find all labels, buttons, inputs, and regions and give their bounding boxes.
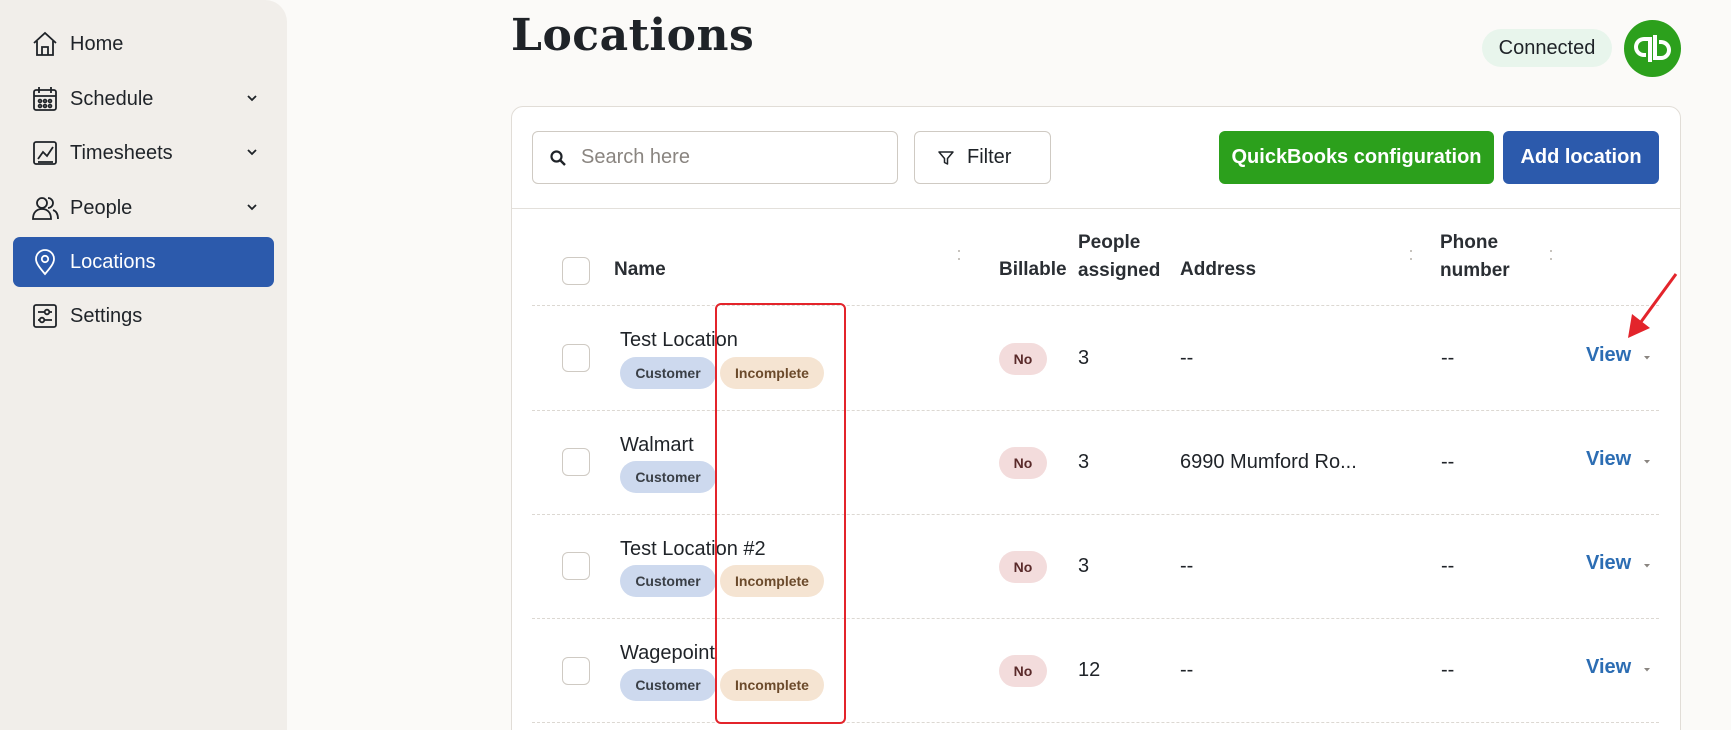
sidebar-item-label: Locations [70,250,156,273]
row-divider [532,514,1659,515]
filter-icon [938,150,954,165]
row-divider [532,305,1659,306]
sidebar-item-people[interactable]: People [13,183,274,233]
billable-badge: No [999,655,1047,687]
connection-status-badge: Connected [1482,29,1612,67]
caret-down-icon[interactable] [1642,563,1652,569]
sidebar-item-label: Schedule [70,87,154,110]
sidebar-item-label: People [70,196,133,219]
phone-number: -- [1441,347,1455,369]
search-input[interactable] [581,146,881,169]
sort-icon[interactable] [1409,249,1413,261]
annotation-highlight-box [715,303,846,724]
view-link[interactable]: View [1586,344,1631,367]
select-all-checkbox[interactable] [562,257,590,285]
address: -- [1180,659,1194,681]
phone-number: -- [1441,555,1455,577]
column-header-name[interactable]: Name [614,256,666,284]
view-link[interactable]: View [1586,448,1631,471]
annotation-arrow-icon [1628,273,1678,338]
chevron-down-icon [247,95,257,102]
caret-down-icon[interactable] [1642,459,1652,465]
sidebar: Home Schedule Timesheets People Location… [0,0,287,730]
locations-card: Filter QuickBooks configuration Add loca… [511,106,1681,730]
sort-icon[interactable] [957,249,961,261]
page-title: Locations [511,10,755,61]
filter-button[interactable]: Filter [914,131,1051,184]
address: 6990 Mumford Ro... [1180,451,1357,473]
quickbooks-logo[interactable] [1624,20,1681,77]
location-pin-icon [30,247,60,277]
chevron-down-icon [247,204,257,211]
people-assigned: 3 [1078,555,1090,577]
toolbar-divider [512,208,1680,209]
row-divider [532,618,1659,619]
tag-customer: Customer [620,565,716,597]
row-checkbox[interactable] [562,552,590,580]
sidebar-item-home[interactable]: Home [13,19,274,69]
sidebar-item-locations[interactable]: Locations [13,237,274,287]
address: -- [1180,555,1194,577]
chart-line-icon [30,138,60,168]
column-header-people-line2: assigned [1078,260,1161,281]
home-icon [30,29,60,59]
search-box[interactable] [532,131,898,184]
calendar-icon [30,84,60,114]
people-icon [30,193,60,223]
caret-down-icon[interactable] [1642,355,1652,361]
billable-badge: No [999,551,1047,583]
chevron-down-icon [247,149,257,156]
sidebar-item-schedule[interactable]: Schedule [13,74,274,124]
sidebar-item-label: Timesheets [70,141,173,164]
sidebar-item-label: Settings [70,304,143,327]
column-header-phone[interactable]: Phone number [1440,229,1510,285]
sidebar-item-label: Home [70,32,124,55]
quickbooks-logo-icon [1634,35,1671,62]
column-header-phone-line1: Phone [1440,232,1499,253]
column-header-address[interactable]: Address [1180,256,1256,284]
tag-customer: Customer [620,669,716,701]
filter-label: Filter [967,146,1012,168]
column-header-billable[interactable]: Billable [999,256,1067,284]
tag-customer: Customer [620,357,716,389]
view-link[interactable]: View [1586,552,1631,575]
location-name[interactable]: Walmart [620,434,694,457]
people-assigned: 3 [1078,347,1090,369]
location-name[interactable]: Wagepoint [620,642,715,665]
sort-icon[interactable] [1549,249,1553,261]
address: -- [1180,347,1194,369]
quickbooks-configuration-button[interactable]: QuickBooks configuration [1219,131,1494,184]
column-header-people[interactable]: People assigned [1078,229,1160,285]
tag-customer: Customer [620,461,716,493]
add-location-button[interactable]: Add location [1503,131,1659,184]
caret-down-icon[interactable] [1642,667,1652,673]
column-header-people-line1: People [1078,232,1141,253]
phone-number: -- [1441,451,1455,473]
sliders-icon [30,301,60,331]
row-divider [532,410,1659,411]
row-checkbox[interactable] [562,344,590,372]
sidebar-item-settings[interactable]: Settings [13,291,274,341]
people-assigned: 3 [1078,451,1090,473]
row-checkbox[interactable] [562,657,590,685]
billable-badge: No [999,447,1047,479]
view-link[interactable]: View [1586,656,1631,679]
row-checkbox[interactable] [562,448,590,476]
sidebar-item-timesheets[interactable]: Timesheets [13,128,274,178]
people-assigned: 12 [1078,659,1101,681]
column-header-phone-line2: number [1440,260,1510,281]
phone-number: -- [1441,659,1455,681]
billable-badge: No [999,343,1047,375]
search-icon [550,149,566,166]
row-divider [532,722,1659,723]
